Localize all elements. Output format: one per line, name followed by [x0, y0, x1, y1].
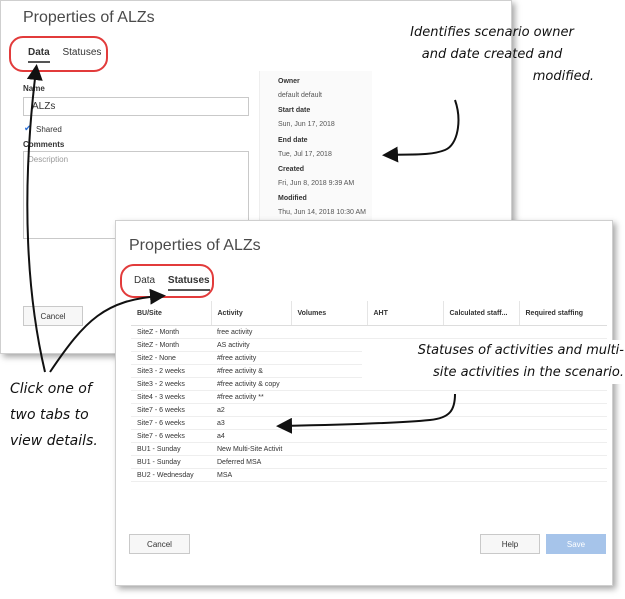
- bu-site-cell: Site7 - 6 weeks: [131, 429, 211, 443]
- end-date-label: End date: [278, 137, 308, 144]
- name-input[interactable]: ALZs: [23, 97, 249, 116]
- bu-site-cell: Site3 - 2 weeks: [131, 364, 211, 378]
- cancel-button[interactable]: Cancel: [129, 534, 190, 554]
- help-button[interactable]: Help: [480, 534, 540, 554]
- column-header[interactable]: Volumes: [290, 301, 367, 326]
- name-label: Name: [23, 84, 45, 93]
- bu-site-cell: Site2 - None: [131, 351, 211, 365]
- bu-site-cell: SiteZ - Month: [131, 338, 211, 352]
- activity-cell: #free activity **: [211, 390, 291, 404]
- column-header[interactable]: AHT: [366, 301, 443, 326]
- created-value: Fri, Jun 8, 2018 9:39 AM: [278, 180, 355, 187]
- modified-value: Thu, Jun 14, 2018 10:30 AM: [278, 209, 366, 216]
- start-date-value: Sun, Jun 17, 2018: [278, 121, 335, 128]
- activity-cell: free activity: [211, 325, 291, 339]
- shared-label: Shared: [36, 125, 62, 134]
- table-row[interactable]: Site7 - 6 weeks a2: [131, 403, 607, 417]
- activity-cell: MSA: [211, 468, 291, 482]
- table-row[interactable]: Site7 - 6 weeks a4: [131, 429, 607, 443]
- activity-cell: #free activity & copy: [211, 377, 291, 391]
- activity-cell: AS activity: [211, 338, 291, 352]
- column-header[interactable]: BU/Site: [131, 301, 211, 326]
- table-row[interactable]: Site4 - 3 weeks #free activity **: [131, 390, 607, 404]
- table-row[interactable]: BU2 - Wednesday MSA: [131, 468, 607, 482]
- column-header[interactable]: Activity: [210, 301, 291, 326]
- modified-label: Modified: [278, 195, 307, 202]
- table-row[interactable]: BU1 - Sunday New Multi-Site Activit: [131, 442, 607, 456]
- tabs-highlight-oval: [9, 36, 108, 72]
- activity-cell: a2: [211, 403, 291, 417]
- bu-site-cell: BU2 - Wednesday: [131, 468, 211, 482]
- dialog-title: Properties of ALZs: [129, 237, 261, 254]
- activity-cell: #free activity &: [211, 364, 291, 378]
- bu-site-cell: SiteZ - Month: [131, 325, 211, 339]
- owner-annotation: Identifies scenario owner and date creat…: [410, 25, 594, 84]
- owner-label: Owner: [278, 78, 300, 85]
- bu-site-cell: Site3 - 2 weeks: [131, 377, 211, 391]
- owner-value: default default: [278, 92, 322, 99]
- table-row[interactable]: SiteZ - Month free activity: [131, 325, 607, 339]
- shared-checkbox[interactable]: ✔: [24, 123, 32, 134]
- activity-cell: Deferred MSA: [211, 455, 291, 469]
- comments-label: Comments: [23, 140, 65, 149]
- start-date-label: Start date: [278, 107, 311, 114]
- bu-site-cell: BU1 - Sunday: [131, 442, 211, 456]
- activity-cell: New Multi-Site Activit: [211, 442, 291, 456]
- statuses-annotation: Statuses of activities and multi- site a…: [362, 340, 624, 384]
- table-row[interactable]: BU1 - Sunday Deferred MSA: [131, 455, 607, 469]
- back-cancel-button[interactable]: Cancel: [23, 306, 83, 326]
- end-date-value: Tue, Jul 17, 2018: [278, 151, 332, 158]
- bu-site-cell: Site7 - 6 weeks: [131, 416, 211, 430]
- activity-cell: a4: [211, 429, 291, 443]
- tabs-annotation: Click one of two tabs to view details.: [10, 381, 98, 449]
- column-header[interactable]: Required staffing: [518, 301, 607, 326]
- bu-site-cell: BU1 - Sunday: [131, 455, 211, 469]
- tabs-highlight-oval: [120, 264, 214, 298]
- activity-cell: a3: [211, 416, 291, 430]
- created-label: Created: [278, 166, 305, 173]
- bu-site-cell: Site4 - 3 weeks: [131, 390, 211, 404]
- save-button[interactable]: Save: [546, 534, 606, 554]
- table-row[interactable]: Site7 - 6 weeks a3: [131, 416, 607, 430]
- dialog-title: Properties of ALZs: [23, 9, 155, 26]
- table-header-row: BU/Site Activity Volumes AHT Calculated …: [131, 301, 607, 326]
- bu-site-cell: Site7 - 6 weeks: [131, 403, 211, 417]
- statuses-table: BU/Site Activity Volumes AHT Calculated …: [131, 301, 607, 482]
- column-header[interactable]: Calculated staff...: [442, 301, 519, 326]
- activity-cell: #free activity: [211, 351, 291, 365]
